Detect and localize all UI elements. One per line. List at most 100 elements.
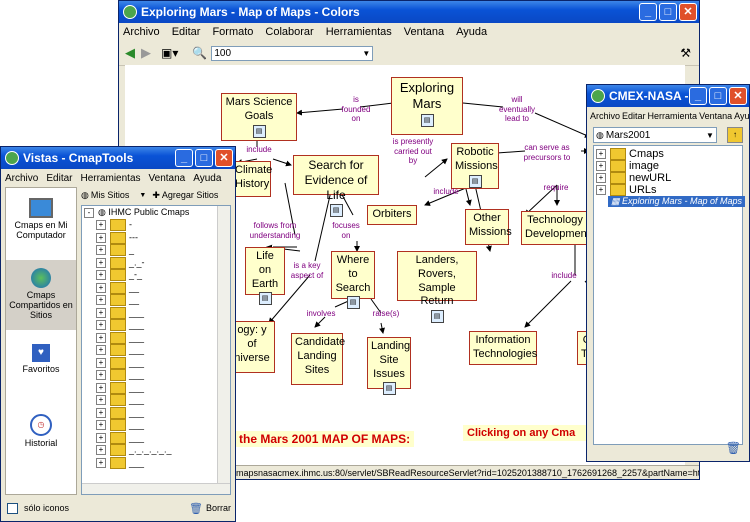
maximize-icon[interactable]: □ bbox=[709, 87, 727, 105]
vertical-scrollbar[interactable] bbox=[217, 206, 230, 494]
resource-link-icon[interactable]: ▤ bbox=[420, 113, 434, 127]
tree-item[interactable]: + _-_ bbox=[96, 269, 142, 281]
concept-node-where-to-search[interactable]: Where to Search ▤ bbox=[331, 251, 375, 310]
tree-item-exploring-mars[interactable]: ▦ Exploring Mars - Map of Maps bbox=[608, 196, 746, 207]
tree-item[interactable]: + ___ bbox=[96, 394, 144, 406]
menu-ventana[interactable]: Ventana bbox=[699, 111, 732, 121]
link-label: is presently carried out by bbox=[392, 137, 434, 166]
concept-node-technology-development[interactable]: Technology Development bbox=[521, 211, 590, 245]
menu-editar[interactable]: Editar bbox=[46, 173, 72, 184]
icons-only-checkbox[interactable] bbox=[7, 502, 18, 514]
concept-node-mars-science-goals[interactable]: Mars Science Goals ▤ bbox=[221, 93, 297, 141]
tree-item-image[interactable]: + image bbox=[596, 160, 659, 173]
close-icon[interactable]: ✕ bbox=[679, 3, 697, 21]
resource-link-icon[interactable]: ▤ bbox=[382, 382, 396, 396]
minimize-icon[interactable]: _ bbox=[175, 149, 193, 167]
tree-item[interactable]: + ___ bbox=[96, 419, 144, 431]
tree-item[interactable]: + _._._._._._ bbox=[96, 444, 172, 456]
minimize-icon[interactable]: _ bbox=[689, 87, 707, 105]
tree-item[interactable]: + ___ bbox=[96, 319, 144, 331]
chevron-down-icon[interactable]: ▼ bbox=[360, 49, 372, 58]
nav-historial[interactable]: ◷ Historial bbox=[6, 408, 76, 464]
folder-icon bbox=[110, 294, 126, 306]
tree-item[interactable]: + ___ bbox=[96, 331, 144, 344]
vistas-title-bar[interactable]: Vistas - CmapTools _ □ ✕ bbox=[1, 147, 235, 169]
nav-favoritos[interactable]: ♥ Favoritos bbox=[6, 338, 76, 394]
concept-node-robotic-missions[interactable]: Robotic Missions ▤ bbox=[451, 143, 499, 189]
resource-link-icon[interactable]: ▤ bbox=[252, 124, 266, 138]
back-icon[interactable]: ◀ bbox=[125, 45, 135, 61]
tree-item[interactable]: + ___ bbox=[96, 369, 144, 381]
menu-ayuda[interactable]: Ayuda bbox=[456, 26, 487, 38]
concept-node-exploring-mars[interactable]: Exploring Mars ▤ bbox=[391, 77, 463, 135]
trash-icon[interactable]: 🗑 bbox=[726, 441, 741, 455]
chevron-down-icon[interactable]: ▼ bbox=[139, 192, 146, 199]
tree-item-cmaps[interactable]: + Cmaps bbox=[596, 148, 664, 161]
tree-item[interactable]: + __ bbox=[96, 281, 139, 294]
menu-colaborar[interactable]: Colaborar bbox=[265, 26, 313, 38]
tools-icon[interactable]: ⚒ bbox=[680, 46, 691, 60]
folder-selector[interactable]: ◍ Mars2001 ▼ bbox=[593, 127, 717, 143]
menu-ventana[interactable]: Ventana bbox=[149, 173, 186, 184]
menu-archivo[interactable]: Archivo bbox=[5, 173, 38, 184]
tree-item[interactable]: + ___ bbox=[96, 306, 144, 319]
folder-up-icon[interactable]: ↑ bbox=[727, 127, 743, 143]
nav-compartidos-sitios[interactable]: Cmaps Compartidos en Sitios bbox=[6, 260, 76, 330]
menu-editar[interactable]: Editar bbox=[172, 26, 201, 38]
resource-link-icon[interactable]: ▤ bbox=[430, 310, 444, 323]
add-sites-button[interactable]: ✚ Agregar Sitios bbox=[152, 190, 218, 201]
maximize-icon[interactable]: □ bbox=[659, 3, 677, 21]
view-options-icon[interactable]: ▣▾ bbox=[161, 46, 178, 60]
tree-item[interactable]: + ___ bbox=[96, 344, 144, 356]
concept-node-life-on-earth[interactable]: Life on Earth ▤ bbox=[245, 247, 285, 306]
tree-item[interactable]: + ___ bbox=[96, 381, 144, 394]
resource-link-icon[interactable]: ▤ bbox=[258, 292, 272, 306]
zoom-select[interactable]: 100 ▼ bbox=[211, 45, 374, 61]
tree-root[interactable]: - ◍ IHMC Public Cmaps bbox=[84, 207, 189, 218]
concept-node-other-missions[interactable]: Other Missions bbox=[465, 209, 512, 245]
menu-ayuda[interactable]: Ayuda bbox=[193, 173, 221, 184]
tree-item[interactable]: + ___ bbox=[96, 406, 144, 419]
main-title-bar[interactable]: Exploring Mars - Map of Maps - Colors _ … bbox=[119, 1, 699, 23]
menu-archivo[interactable]: Archivo bbox=[123, 26, 160, 38]
menu-herramientas[interactable]: Herramientas bbox=[326, 26, 392, 38]
concept-node-climate-history[interactable]: Climate History bbox=[231, 161, 272, 197]
concept-node-orbiters[interactable]: Orbiters bbox=[367, 205, 417, 225]
tree-item[interactable]: + ___ bbox=[96, 456, 144, 469]
tree-item-newurl[interactable]: + newURL bbox=[596, 172, 671, 185]
horizontal-scrollbar[interactable] bbox=[82, 483, 230, 494]
concept-node-landers[interactable]: Landers, Rovers, Sample Return ▤ bbox=[397, 251, 477, 323]
delete-button[interactable]: 🗑 Borrar bbox=[189, 502, 231, 515]
concept-node-search-evidence[interactable]: Search for Evidence of Life ▤ bbox=[293, 155, 379, 217]
close-icon[interactable]: ✕ bbox=[729, 87, 747, 105]
tree-item[interactable]: + __ bbox=[96, 294, 139, 306]
resource-link-icon[interactable]: ▤ bbox=[468, 174, 482, 188]
concept-node-candidate-sites[interactable]: Candidate Landing Sites bbox=[291, 333, 345, 385]
cmex-title-bar[interactable]: CMEX-NASA - Mar... _ □ ✕ bbox=[587, 85, 749, 107]
tree-item[interactable]: + ___ bbox=[96, 431, 144, 444]
tree-item[interactable]: + --- bbox=[96, 231, 138, 244]
close-icon[interactable]: ✕ bbox=[215, 149, 233, 167]
menu-formato[interactable]: Formato bbox=[212, 26, 253, 38]
menu-herramientas[interactable]: Herramienta bbox=[648, 111, 698, 121]
tree-item[interactable]: + - bbox=[96, 219, 132, 231]
menu-editar[interactable]: Editar bbox=[622, 111, 646, 121]
minimize-icon[interactable]: _ bbox=[639, 3, 657, 21]
maximize-icon[interactable]: □ bbox=[195, 149, 213, 167]
menu-ayuda[interactable]: Ayuda bbox=[734, 111, 749, 121]
forward-icon[interactable]: ▶ bbox=[141, 45, 151, 61]
resource-link-icon[interactable]: ▤ bbox=[346, 296, 360, 310]
tree-item[interactable]: + ___ bbox=[96, 356, 144, 369]
tree-item[interactable]: + _ bbox=[96, 244, 134, 256]
concept-node-info-tech[interactable]: Information Technologies bbox=[469, 331, 537, 365]
my-sites-button[interactable]: ◍ Mis Sitios ▼ bbox=[81, 190, 146, 201]
tree-item[interactable]: + _._- bbox=[96, 256, 145, 269]
menu-ventana[interactable]: Ventana bbox=[404, 26, 444, 38]
tree-item-urls[interactable]: + URLs bbox=[596, 184, 657, 197]
concept-node-landing-issues[interactable]: Landing Site Issues ▤ bbox=[367, 337, 411, 396]
resource-link-icon[interactable]: ▤ bbox=[329, 204, 343, 217]
menu-herramientas[interactable]: Herramientas bbox=[80, 173, 140, 184]
nav-mi-computador[interactable]: Cmaps en Mi Computador bbox=[6, 194, 76, 254]
chevron-down-icon[interactable]: ▼ bbox=[704, 131, 716, 140]
menu-archivo[interactable]: Archivo bbox=[590, 111, 620, 121]
